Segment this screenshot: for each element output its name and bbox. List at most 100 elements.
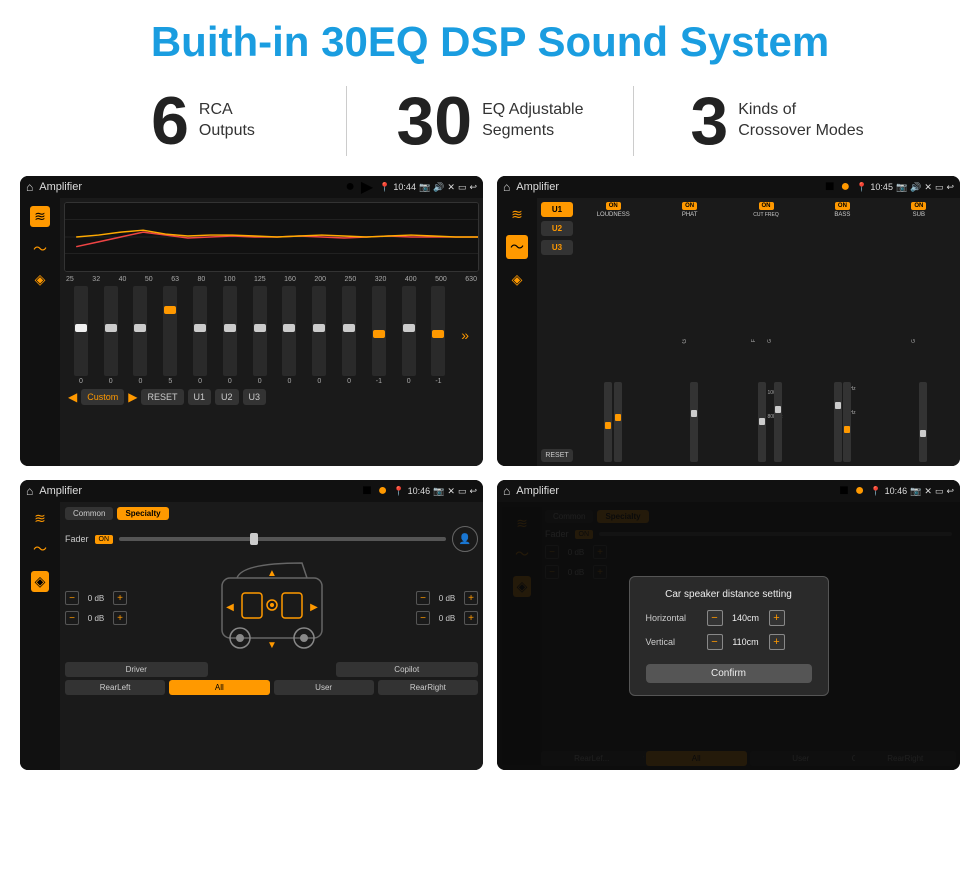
preset-u1[interactable]: U1 [541, 202, 573, 217]
btn-rearleft[interactable]: RearLeft [65, 680, 165, 695]
db-minus-2[interactable]: − [65, 611, 79, 625]
btn-driver[interactable]: Driver [65, 662, 208, 677]
slider-9[interactable]: 0 [312, 286, 326, 385]
slider-5[interactable]: 0 [193, 286, 207, 385]
preset-u2[interactable]: U2 [541, 221, 573, 236]
eq-sidebar-wave-icon[interactable]: 〜 [33, 239, 47, 259]
crossover-home-icon[interactable]: ⌂ [503, 180, 510, 194]
tab-common[interactable]: Common [65, 507, 113, 520]
dialog-vertical-minus[interactable]: − [707, 634, 723, 650]
dialog-vertical-label: Vertical [646, 637, 701, 647]
dialog-horizontal-minus[interactable]: − [707, 610, 723, 626]
dialog-title: Amplifier [516, 485, 833, 497]
eq-more-icon[interactable]: » [461, 327, 469, 343]
slider-7[interactable]: 0 [253, 286, 267, 385]
specialty-sidebar-speaker-icon[interactable]: ◈ [31, 571, 50, 592]
eq-home-icon[interactable]: ⌂ [26, 180, 33, 194]
slider-3[interactable]: 0 [133, 286, 147, 385]
crossover-volume-icon: 🔊 [910, 182, 921, 193]
fader-track [119, 537, 446, 541]
btn-rearright[interactable]: RearRight [378, 680, 478, 695]
loudness-slider1[interactable] [604, 382, 612, 462]
loudness-slider2[interactable] [614, 382, 622, 462]
loudness-sliders [604, 220, 622, 462]
slider-10[interactable]: 0 [342, 286, 356, 385]
slider-11[interactable]: -1 [372, 286, 386, 385]
eq-curve-svg [65, 203, 478, 271]
db-minus-1[interactable]: − [65, 591, 79, 605]
eq-prev-btn[interactable]: ◀ [68, 390, 77, 404]
crossover-sidebar: ≋ 〜 ◈ [497, 198, 537, 466]
cutfreq-slider1[interactable]: 100Hz 80KHz [758, 382, 766, 462]
eq-custom-btn[interactable]: Custom [81, 389, 124, 405]
slider-12[interactable]: 0 [402, 286, 416, 385]
slider-8[interactable]: 0 [282, 286, 296, 385]
bass-slider1[interactable]: 90Hz 70Hz [834, 382, 842, 462]
btn-copilot[interactable]: Copilot [336, 662, 479, 677]
crossover-title: Amplifier [516, 181, 819, 193]
stat-rca-number: 6 [151, 87, 189, 155]
eq-u1-btn[interactable]: U1 [188, 389, 212, 405]
right-controls: − 0 dB + − 0 dB + [416, 591, 478, 625]
db-plus-3[interactable]: + [464, 591, 478, 605]
dialog-vertical-plus[interactable]: + [769, 634, 785, 650]
crossover-reset-btn[interactable]: RESET [541, 449, 573, 462]
db-minus-3[interactable]: − [416, 591, 430, 605]
slider-1[interactable]: 0 [74, 286, 88, 385]
cutfreq-slider2[interactable] [774, 382, 782, 462]
dialog-horizontal-plus[interactable]: + [769, 610, 785, 626]
btn-spacer [212, 662, 332, 677]
btn-all[interactable]: All [169, 680, 269, 695]
left-controls: − 0 dB + − 0 dB + [65, 591, 127, 625]
specialty-title: Amplifier [39, 485, 356, 497]
eq-sidebar-eq-icon[interactable]: ≋ [30, 206, 50, 227]
dialog-home-icon[interactable]: ⌂ [503, 484, 510, 498]
specialty-back-icon[interactable]: ↩ [469, 486, 477, 497]
slider-2[interactable]: 0 [104, 286, 118, 385]
page-title: Buith-in 30EQ DSP Sound System [0, 18, 980, 66]
crossover-sidebar-wave-icon[interactable]: 〜 [506, 235, 528, 259]
specialty-sidebar-eq-icon[interactable]: ≋ [34, 510, 46, 527]
btn-user[interactable]: User [274, 680, 374, 695]
cutfreq-sliders: F 100Hz 80KHz G [751, 220, 782, 462]
db-minus-4[interactable]: − [416, 611, 430, 625]
eq-sidebar-speaker-icon[interactable]: ◈ [35, 271, 46, 288]
stat-rca-label: RCAOutputs [199, 100, 255, 142]
fader-on-badge: ON [95, 535, 114, 544]
specialty-bottom-btns: Driver Copilot [65, 662, 478, 677]
dialog-back-icon[interactable]: ↩ [946, 486, 954, 497]
db-plus-1[interactable]: + [113, 591, 127, 605]
confirm-button[interactable]: Confirm [646, 664, 812, 683]
sub-slider[interactable] [919, 382, 927, 462]
db-plus-2[interactable]: + [113, 611, 127, 625]
specialty-home-icon[interactable]: ⌂ [26, 484, 33, 498]
eq-back-icon[interactable]: ↩ [469, 182, 477, 193]
eq-u2-btn[interactable]: U2 [215, 389, 239, 405]
bass-label: BASS [834, 212, 850, 218]
slider-6[interactable]: 0 [223, 286, 237, 385]
specialty-bottom-btns-2: RearLeft All User RearRight [65, 680, 478, 695]
eq-next-btn[interactable]: ▶ [128, 390, 137, 404]
dialog-horizontal-row: Horizontal − 140cm + [646, 610, 812, 626]
eq-u3-btn[interactable]: U3 [243, 389, 267, 405]
stat-eq-number: 30 [396, 87, 472, 155]
slider-13[interactable]: -1 [431, 286, 445, 385]
phat-slider[interactable] [690, 382, 698, 462]
crossover-sidebar-eq-icon[interactable]: ≋ [511, 206, 523, 223]
sub-sliders: G [911, 220, 927, 462]
crossover-sidebar-speaker-icon[interactable]: ◈ [512, 271, 523, 288]
preset-u3[interactable]: U3 [541, 240, 573, 255]
fader-handle [250, 533, 258, 545]
crossover-back-icon[interactable]: ↩ [946, 182, 954, 193]
tab-specialty[interactable]: Specialty [117, 507, 168, 520]
specialty-sidebar-wave-icon[interactable]: 〜 [33, 539, 47, 559]
slider-4[interactable]: 5 [163, 286, 177, 385]
db-plus-4[interactable]: + [464, 611, 478, 625]
stat-eq-label: EQ AdjustableSegments [482, 100, 583, 142]
eq-reset-btn[interactable]: RESET [141, 389, 183, 405]
dialog-horizontal-label: Horizontal [646, 613, 701, 623]
specialty-main: Common Specialty Fader ON 👤 [60, 502, 483, 770]
stats-row: 6 RCAOutputs 30 EQ AdjustableSegments 3 … [0, 76, 980, 170]
bass-slider2[interactable] [843, 382, 851, 462]
fader-slider-area[interactable] [119, 533, 446, 545]
